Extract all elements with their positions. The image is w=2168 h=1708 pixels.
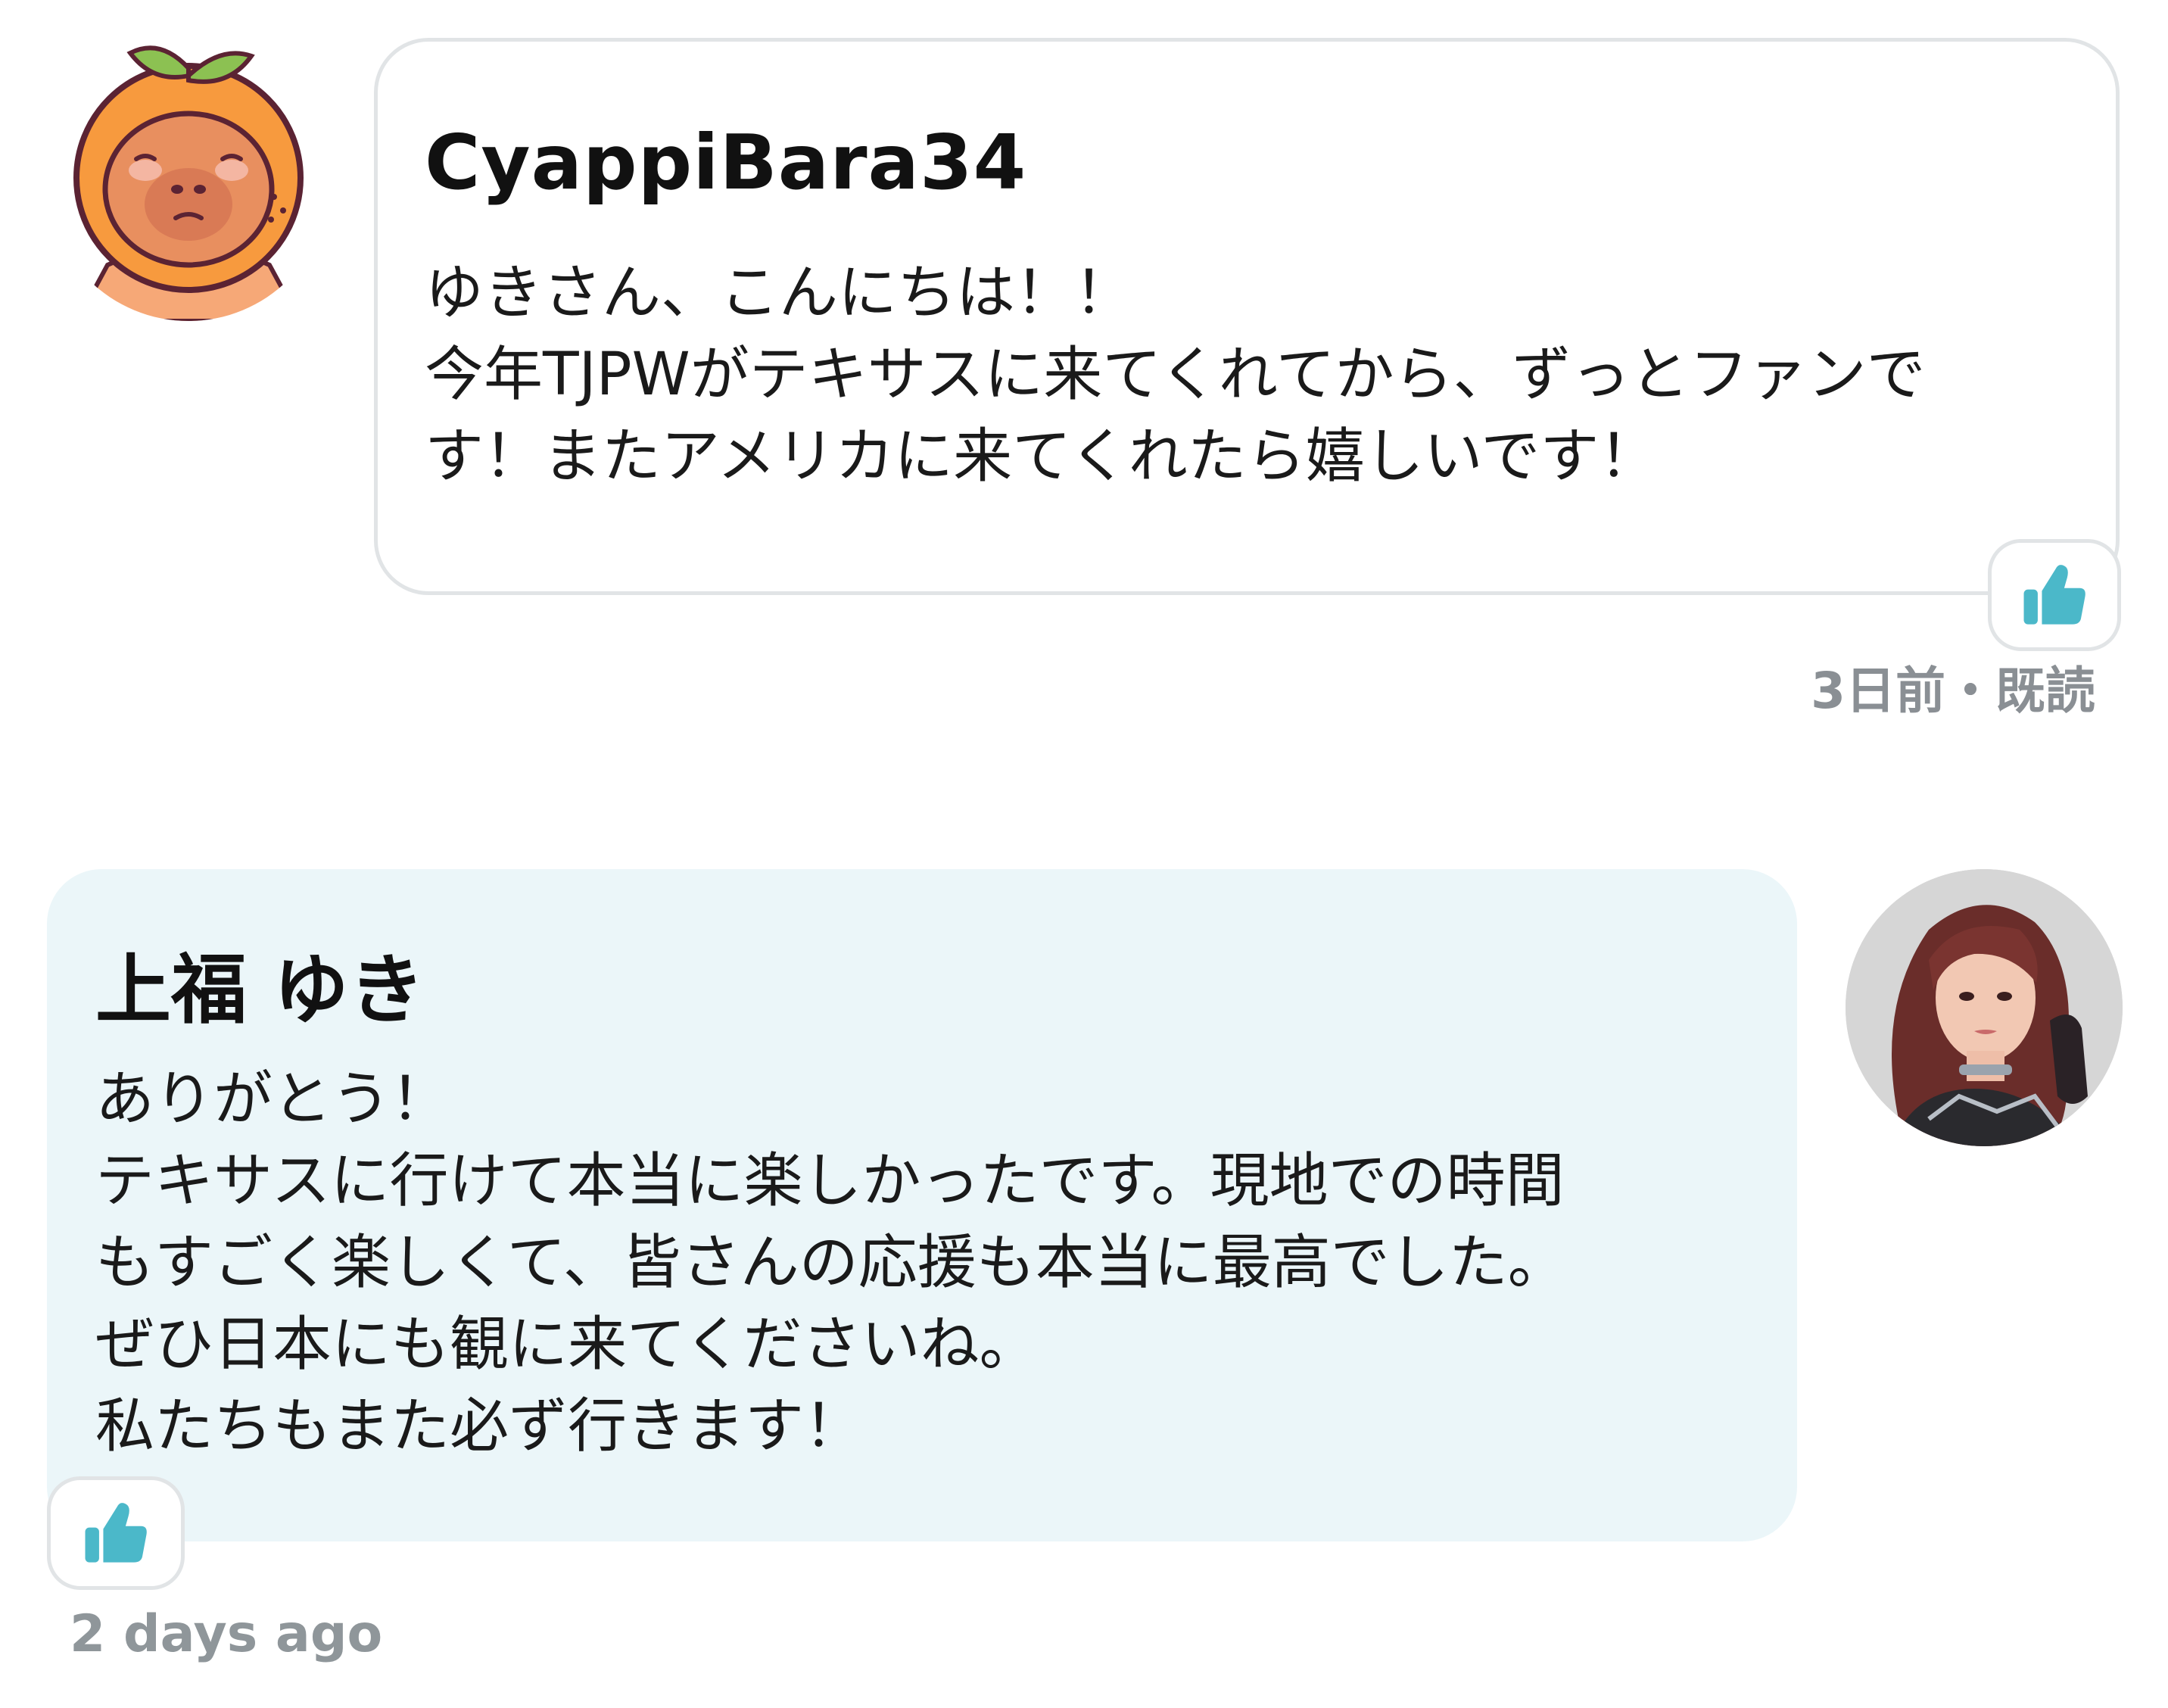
message-text: ゆきさん、こんにちは！！ 今年TJPWがテキサスに来てくれてから、ずっとファンで… (425, 259, 1926, 491)
message-meta: 2 days ago (70, 1604, 383, 1664)
profile-photo-avatar-icon (1846, 869, 2123, 1146)
thumbs-up-icon (85, 1503, 147, 1563)
reply-avatar[interactable] (1846, 869, 2123, 1146)
fan-message-bubble: CyappiBara34 ゆきさん、こんにちは！！ 今年TJPWがテキサスに来て… (374, 38, 2120, 595)
sender-name: CyappiBara34 (425, 118, 1027, 207)
message-meta: 3日前・既読 (1811, 662, 2095, 720)
fan-avatar[interactable] (47, 38, 330, 321)
sender-name: 上福 ゆき (95, 946, 425, 1034)
capybara-orange-avatar-icon (73, 45, 304, 321)
thumbs-up-icon (2023, 565, 2085, 625)
reply-message-bubble: 上福 ゆき ありがとう！ テキサスに行けて本当に楽しかったです。現地での時間 も… (47, 869, 1797, 1541)
message-text: ありがとう！ テキサスに行けて本当に楽しかったです。現地での時間 もすごく楽しく… (95, 1065, 1567, 1460)
like-button[interactable] (1988, 539, 2121, 651)
like-button[interactable] (47, 1476, 185, 1590)
